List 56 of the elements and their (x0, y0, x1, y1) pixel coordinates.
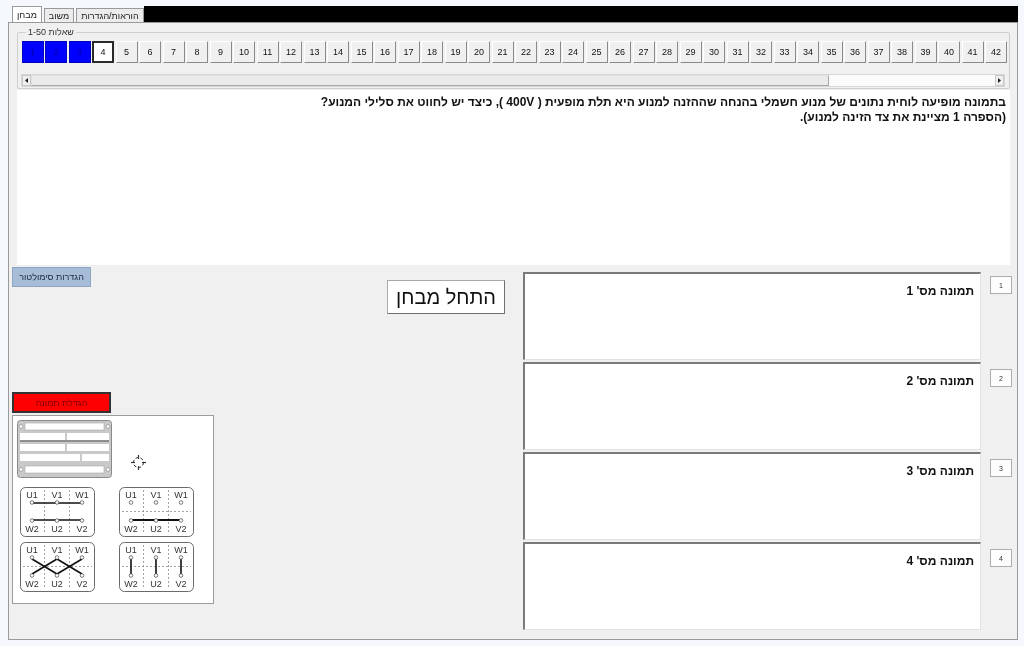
question-button[interactable]: 35 (820, 41, 843, 63)
tab[interactable]: משוב (43, 8, 75, 22)
question-button[interactable]: 38 (891, 41, 913, 63)
scrollbar-thumb[interactable] (31, 75, 829, 86)
question-button[interactable]: 42 (985, 41, 1007, 63)
question-button[interactable]: 39 (914, 41, 937, 63)
question-button[interactable]: 4 (92, 41, 114, 63)
crosshair-icon (131, 455, 146, 470)
question-button[interactable]: 41 (961, 41, 984, 63)
question-button[interactable]: 29 (679, 41, 702, 63)
question-button[interactable]: 10 (233, 41, 255, 63)
answer-label: תמונה מס' 2 (906, 374, 974, 388)
question-button[interactable]: 11 (256, 41, 279, 63)
right-arrow-icon (998, 78, 1001, 83)
left-arrow-icon (25, 78, 28, 83)
question-button[interactable]: 27 (632, 41, 655, 63)
question-button[interactable]: 15 (350, 41, 373, 63)
question-button[interactable]: 26 (609, 41, 631, 63)
question-button[interactable]: 16 (374, 41, 396, 63)
question-button[interactable]: 30 (703, 41, 725, 63)
simulator-settings-button[interactable]: הגדרות סימולטור (12, 267, 91, 287)
question-button[interactable]: 23 (538, 41, 561, 63)
question-button[interactable]: 13 (303, 41, 326, 63)
question-button[interactable]: 19 (444, 41, 467, 63)
answer-label: תמונה מס' 1 (906, 284, 974, 298)
question-button[interactable]: 9 (209, 41, 232, 63)
question-button[interactable]: 33 (773, 41, 796, 63)
question-button[interactable]: 36 (844, 41, 866, 63)
question-button[interactable]: 22 (515, 41, 537, 63)
start-exam-button[interactable]: התחל מבחן (387, 280, 505, 314)
question-button[interactable]: 24 (562, 41, 584, 63)
answer-label: תמונה מס' 3 (906, 464, 974, 478)
question-button[interactable]: 21 (491, 41, 514, 63)
question-button[interactable]: 7 (162, 41, 185, 63)
question-button[interactable]: 37 (867, 41, 890, 63)
scroll-right-button[interactable] (995, 75, 1004, 86)
question-button[interactable]: 12 (280, 41, 302, 63)
question-button[interactable]: 18 (421, 41, 443, 63)
question-button[interactable]: 28 (656, 41, 678, 63)
question-button[interactable]: 14 (327, 41, 349, 63)
scroll-left-button[interactable] (22, 75, 31, 86)
tab[interactable]: מבחן (12, 6, 42, 22)
question-button[interactable]: 31 (726, 41, 749, 63)
question-button[interactable]: 25 (585, 41, 608, 63)
question-text: בתמונה מופיעה לוחית נתונים של מנוע חשמלי בהנחה שההזנה למנוע היא תלת מופעית ( 400V ), כיצד יש לחווט את סלילי המנוע? (הספרה 1 מציינת את צד הזינה למנוע). (320, 95, 1006, 125)
question-button[interactable]: 32 (750, 41, 772, 63)
question-button[interactable]: 8 (186, 41, 208, 63)
question-button[interactable]: 20 (468, 41, 490, 63)
question-button[interactable]: 40 (938, 41, 960, 63)
question-button[interactable]: 17 (397, 41, 420, 63)
question-button[interactable]: 34 (797, 41, 819, 63)
answer-label: תמונה מס' 4 (906, 554, 974, 568)
tab[interactable]: הוראות/הגדרות (76, 8, 144, 22)
group-label: שאלות 1-50 (27, 28, 75, 37)
question-button[interactable]: 6 (139, 41, 161, 63)
question-button[interactable]: 5 (115, 41, 138, 63)
